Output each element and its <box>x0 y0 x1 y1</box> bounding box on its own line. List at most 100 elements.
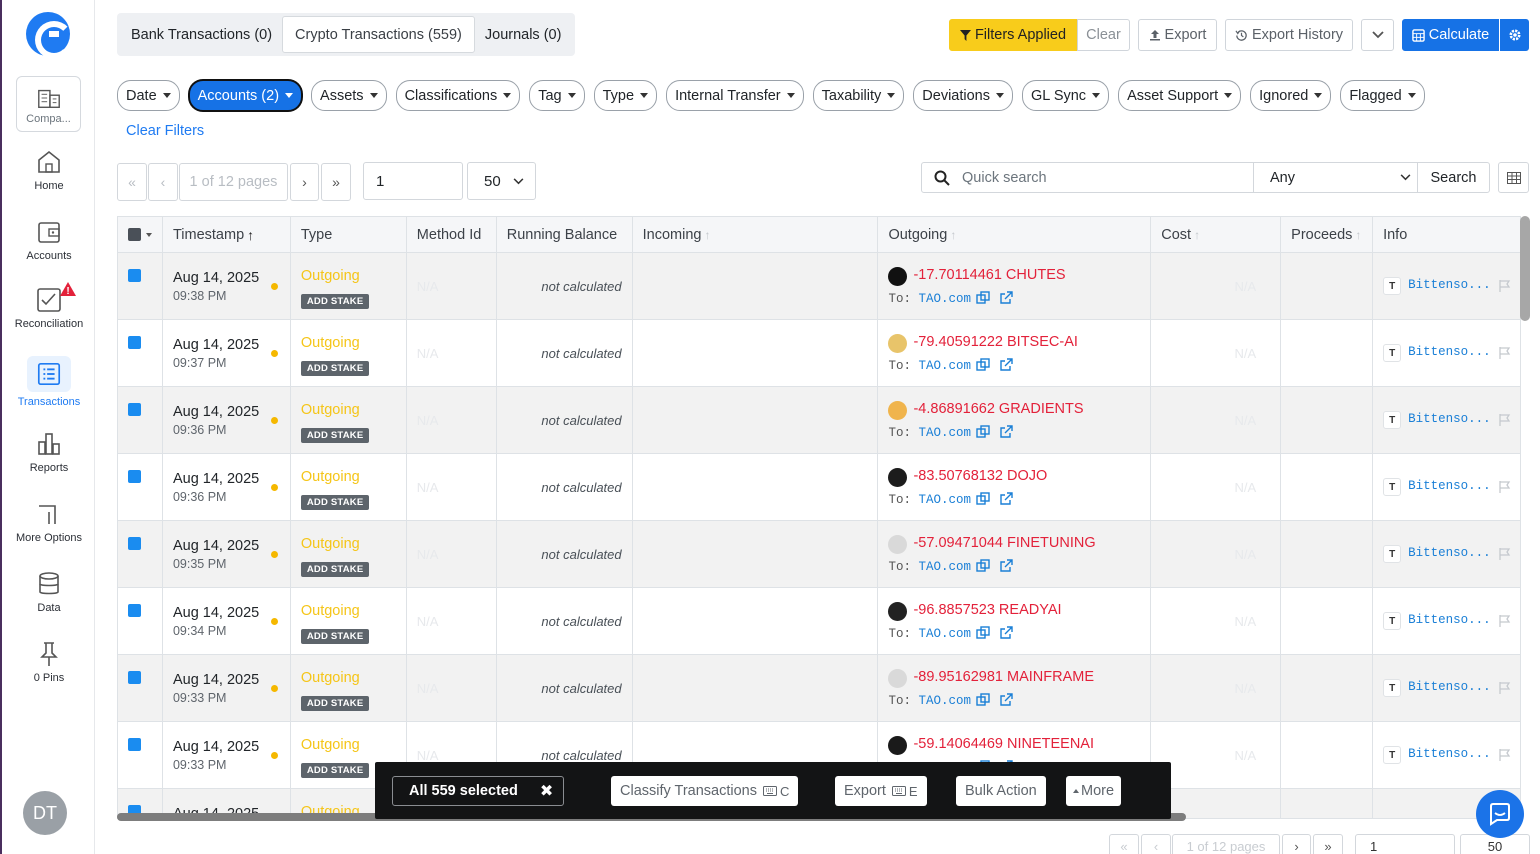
external-link-icon[interactable] <box>999 559 1014 573</box>
next-page-button[interactable]: › <box>290 163 319 201</box>
filter-flagged[interactable]: Flagged <box>1340 80 1425 111</box>
filter-ignored[interactable]: Ignored <box>1250 80 1332 111</box>
bottom-prev-page-button[interactable]: ‹ <box>1141 834 1171 854</box>
outgoing-amount[interactable]: -57.09471044 FINETUNING <box>913 535 1095 551</box>
vertical-scrollbar[interactable] <box>1520 216 1530 321</box>
info-link[interactable]: Bittenso... <box>1408 479 1491 493</box>
filter-assets[interactable]: Assets <box>311 80 387 111</box>
tab-crypto-transactions[interactable]: Crypto Transactions (559) <box>282 16 475 53</box>
destination-address[interactable]: TAO.com <box>919 560 972 574</box>
destination-address[interactable]: TAO.com <box>919 694 972 708</box>
outgoing-amount[interactable]: -96.8857523 READYAI <box>913 602 1061 618</box>
search-button[interactable]: Search <box>1418 170 1489 186</box>
filter-taxability[interactable]: Taxability <box>812 80 905 111</box>
external-link-icon[interactable] <box>999 358 1014 372</box>
close-icon[interactable]: ✖ <box>540 781 553 801</box>
calculate-settings-button[interactable] <box>1500 19 1529 51</box>
info-link[interactable]: Bittenso... <box>1408 747 1491 761</box>
table-row[interactable]: Aug 14, 2025 09:33 PM Outgoing ADD STAKE N/A… <box>118 655 1522 722</box>
destination-address[interactable]: TAO.com <box>919 292 972 306</box>
classify-transactions-button[interactable]: Classify Transactions C <box>611 776 799 806</box>
prev-page-button[interactable]: ‹ <box>148 163 178 201</box>
sidebar-item-pins[interactable]: 0 Pins <box>8 640 90 684</box>
table-row[interactable]: Aug 14, 2025 09:34 PM Outgoing ADD STAKE N/A… <box>118 588 1522 655</box>
search-input[interactable]: Quick search <box>962 163 1254 192</box>
per-page-select[interactable]: 50 <box>467 162 536 200</box>
destination-address[interactable]: TAO.com <box>919 627 972 641</box>
first-page-button[interactable]: « <box>117 163 147 201</box>
row-checkbox[interactable] <box>128 537 141 550</box>
tab-journals[interactable]: Journals (0) <box>475 16 572 53</box>
options-dropdown-button[interactable] <box>1361 19 1394 51</box>
sidebar-item-transactions[interactable]: Transactions <box>8 356 90 408</box>
copy-icon[interactable] <box>976 492 991 506</box>
destination-address[interactable]: TAO.com <box>919 493 972 507</box>
outgoing-amount[interactable]: -17.70114461 CHUTES <box>913 267 1065 283</box>
select-all-checkbox[interactable] <box>118 217 163 252</box>
app-logo[interactable] <box>26 12 73 59</box>
filters-applied-button[interactable]: Filters Applied <box>949 19 1077 51</box>
table-row[interactable]: Aug 14, 2025 09:37 PM Outgoing ADD STAKE N/A… <box>118 320 1522 387</box>
external-link-icon[interactable] <box>999 693 1014 707</box>
filter-deviations[interactable]: Deviations <box>913 80 1013 111</box>
bottom-page-number-input[interactable]: 1 <box>1355 834 1455 854</box>
info-link[interactable]: Bittenso... <box>1408 546 1491 560</box>
more-button[interactable]: More <box>1066 776 1122 806</box>
flag-icon[interactable] <box>1498 748 1512 762</box>
destination-address[interactable]: TAO.com <box>919 426 972 440</box>
bulk-action-button[interactable]: Bulk Action <box>956 776 1046 806</box>
calculate-button[interactable]: Calculate <box>1402 19 1499 51</box>
info-link[interactable]: Bittenso... <box>1408 613 1491 627</box>
export-button[interactable]: Export <box>1138 19 1217 51</box>
sidebar-item-home[interactable]: Home <box>8 148 90 192</box>
sidebar-item-accounts[interactable]: Accounts <box>8 218 90 262</box>
filter-internal-transfer[interactable]: Internal Transfer <box>666 80 804 111</box>
row-checkbox[interactable] <box>128 604 141 617</box>
filter-accounts[interactable]: Accounts (2) <box>188 80 303 111</box>
outgoing-amount[interactable]: -4.86891662 GRADIENTS <box>913 401 1083 417</box>
sidebar-item-reconciliation[interactable]: ! Reconciliation <box>8 282 90 330</box>
copy-icon[interactable] <box>976 559 991 573</box>
sidebar-item-data[interactable]: Data <box>8 570 90 614</box>
info-link[interactable]: Bittenso... <box>1408 412 1491 426</box>
tab-bank-transactions[interactable]: Bank Transactions (0) <box>121 16 282 53</box>
info-link[interactable]: Bittenso... <box>1408 680 1491 694</box>
flag-icon[interactable] <box>1498 614 1512 628</box>
export-history-button[interactable]: Export History <box>1225 19 1353 51</box>
sidebar-item-reports[interactable]: Reports <box>8 430 90 474</box>
outgoing-amount[interactable]: -83.50768132 DOJO <box>913 468 1047 484</box>
header-proceeds[interactable]: Proceeds ↑ <box>1281 217 1374 252</box>
info-link[interactable]: Bittenso... <box>1408 345 1491 359</box>
external-link-icon[interactable] <box>999 492 1014 506</box>
bulk-export-button[interactable]: Export E <box>835 776 927 806</box>
table-row[interactable]: Aug 14, 2025 09:36 PM Outgoing ADD STAKE N/A… <box>118 454 1522 521</box>
row-checkbox[interactable] <box>128 671 141 684</box>
copy-icon[interactable] <box>976 425 991 439</box>
copy-icon[interactable] <box>976 358 991 372</box>
row-checkbox[interactable] <box>128 738 141 751</box>
flag-icon[interactable] <box>1498 681 1512 695</box>
external-link-icon[interactable] <box>999 291 1014 305</box>
clear-filters-link[interactable]: Clear Filters <box>126 123 204 139</box>
search-scope-select[interactable]: Any <box>1254 163 1418 192</box>
filter-tag[interactable]: Tag <box>529 80 585 111</box>
filter-date[interactable]: Date <box>117 80 180 111</box>
clear-filters-button[interactable]: Clear <box>1077 19 1130 51</box>
chat-support-button[interactable] <box>1476 790 1524 838</box>
row-checkbox[interactable] <box>128 336 141 349</box>
table-row[interactable]: Aug 14, 2025 09:36 PM Outgoing ADD STAKE N/A… <box>118 387 1522 454</box>
bottom-first-page-button[interactable]: « <box>1109 834 1139 854</box>
row-checkbox[interactable] <box>128 403 141 416</box>
info-link[interactable]: Bittenso... <box>1408 278 1491 292</box>
filter-gl-sync[interactable]: GL Sync <box>1021 80 1110 111</box>
row-checkbox[interactable] <box>128 269 141 282</box>
flag-icon[interactable] <box>1498 279 1512 293</box>
flag-icon[interactable] <box>1498 547 1512 561</box>
outgoing-amount[interactable]: -79.40591222 BITSEC-AI <box>913 334 1077 350</box>
sidebar-item-company[interactable]: Compa... <box>16 76 81 132</box>
bottom-next-page-button[interactable]: › <box>1282 834 1311 854</box>
sidebar-item-more-options[interactable]: More Options <box>8 500 90 544</box>
external-link-icon[interactable] <box>999 425 1014 439</box>
bottom-last-page-button[interactable]: » <box>1313 834 1343 854</box>
destination-address[interactable]: TAO.com <box>919 359 972 373</box>
